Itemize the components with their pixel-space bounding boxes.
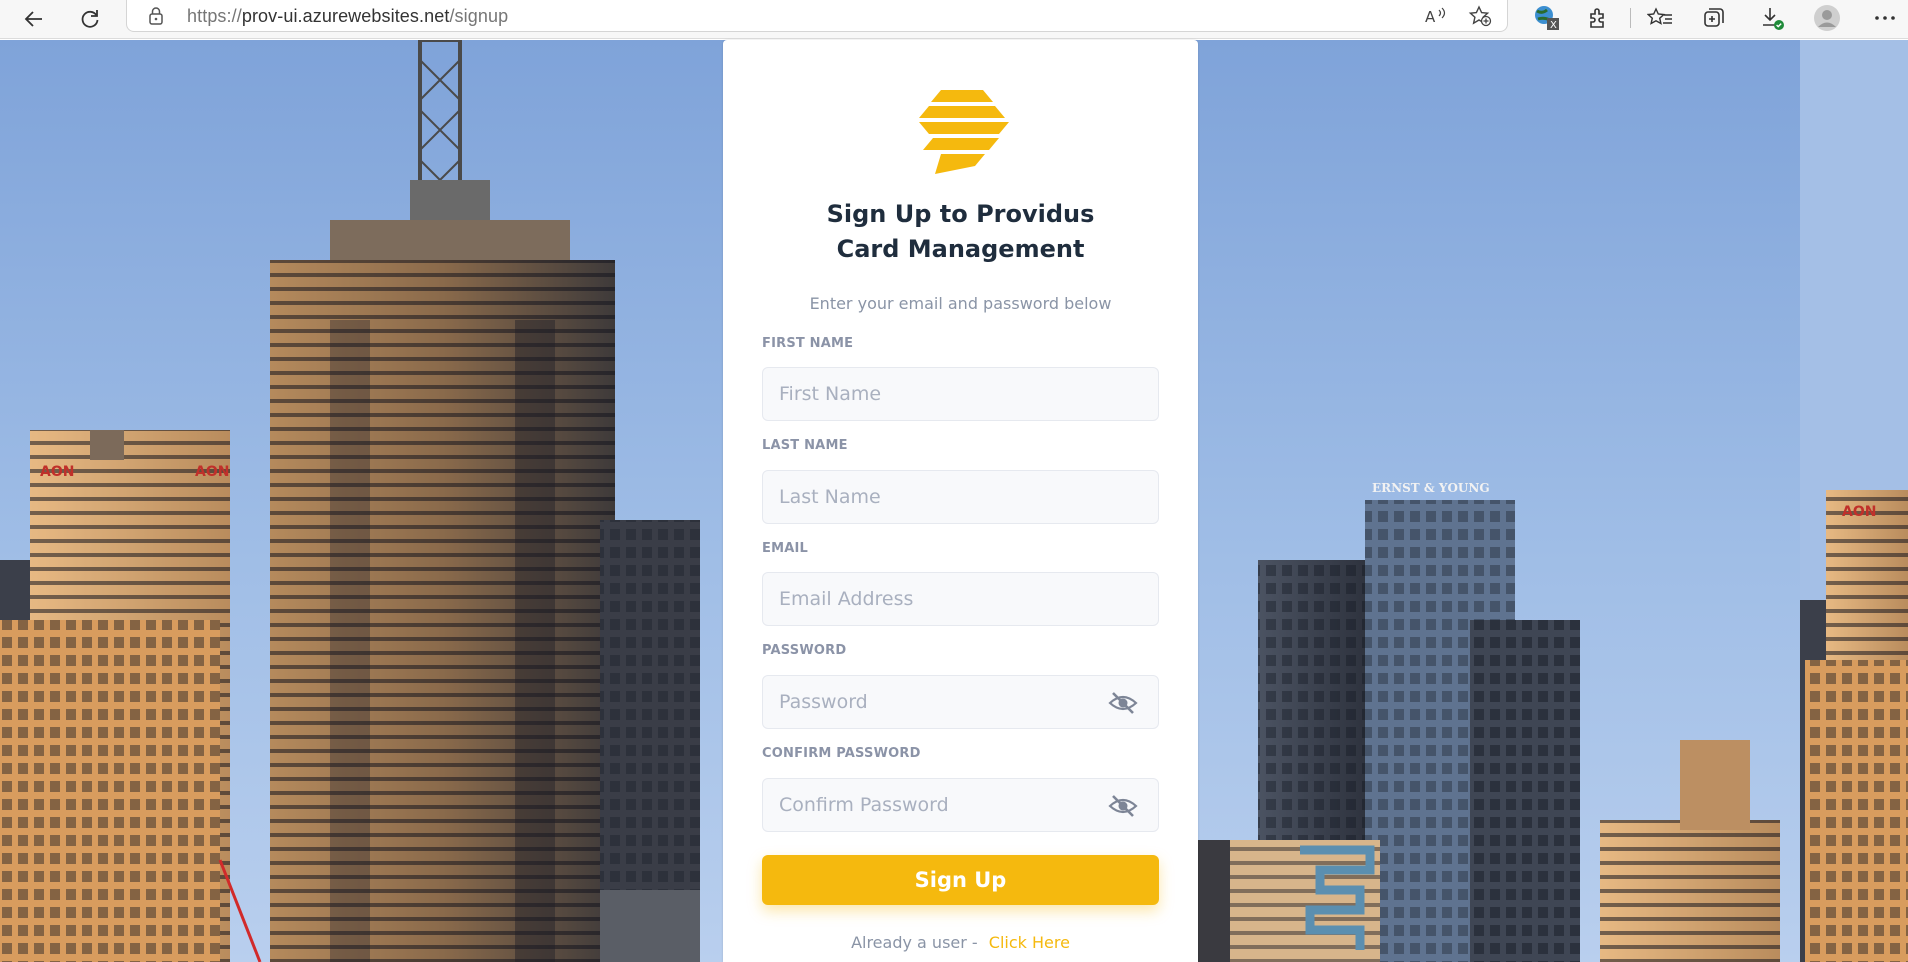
svg-text:X: X <box>1550 20 1557 31</box>
first-name-field[interactable] <box>762 367 1159 421</box>
sign-up-button[interactable]: Sign Up <box>762 855 1159 905</box>
browser-toolbar: https://prov-ui.azurewebsites.net/signup… <box>0 0 1908 39</box>
title-line-2: Card Management <box>836 235 1085 263</box>
already-user-row: Already a user - Click Here <box>723 933 1198 952</box>
confirm-password-label: CONFIRM PASSWORD <box>762 746 921 761</box>
url-path: /signup <box>449 6 509 26</box>
password-label: PASSWORD <box>762 643 847 658</box>
back-button[interactable] <box>18 3 50 35</box>
address-bar[interactable]: https://prov-ui.azurewebsites.net/signup… <box>126 0 1508 32</box>
page-title: Sign Up to Providus Card Management <box>723 197 1198 267</box>
signup-card: Sign Up to Providus Card Management Ente… <box>723 40 1198 962</box>
url-protocol: https:// <box>187 6 242 26</box>
extensions-puzzle-icon[interactable] <box>1582 2 1616 34</box>
toggle-password-visibility-icon[interactable] <box>1108 690 1138 716</box>
confirm-password-field[interactable] <box>762 778 1159 832</box>
extension-globe-icon[interactable]: X <box>1530 2 1564 34</box>
first-name-input[interactable] <box>763 368 1158 420</box>
svg-text:AON: AON <box>195 464 229 480</box>
email-field[interactable] <box>762 572 1159 626</box>
last-name-input[interactable] <box>763 471 1158 523</box>
toggle-confirm-password-visibility-icon[interactable] <box>1108 793 1138 819</box>
already-user-text: Already a user - <box>851 933 983 952</box>
back-arrow-icon <box>24 11 42 27</box>
email-label: EMAIL <box>762 541 808 556</box>
svg-text:AON: AON <box>40 464 74 480</box>
password-field[interactable] <box>762 675 1159 729</box>
reload-icon <box>81 10 99 28</box>
svg-text:AON: AON <box>1842 504 1876 520</box>
svg-text:A: A <box>1425 8 1436 25</box>
lock-icon[interactable] <box>147 6 165 31</box>
url-text[interactable]: https://prov-ui.azurewebsites.net/signup <box>187 6 508 27</box>
add-favorite-icon[interactable] <box>1467 4 1493 28</box>
favorites-icon[interactable] <box>1643 2 1677 34</box>
downloads-icon[interactable] <box>1755 2 1789 34</box>
last-name-field[interactable] <box>762 470 1159 524</box>
collections-icon[interactable] <box>1697 2 1731 34</box>
url-host: prov-ui.azurewebsites.net <box>241 6 450 26</box>
providus-logo-icon <box>919 90 1009 174</box>
reload-button[interactable] <box>74 3 106 35</box>
more-menu-icon[interactable] <box>1868 2 1902 34</box>
login-link[interactable]: Click Here <box>989 933 1070 952</box>
toolbar-separator <box>1630 8 1631 28</box>
password-input[interactable] <box>763 676 1158 728</box>
email-input[interactable] <box>763 573 1158 625</box>
svg-text:ERNST & YOUNG: ERNST & YOUNG <box>1372 481 1490 495</box>
profile-avatar-icon[interactable] <box>1810 2 1844 34</box>
confirm-password-input[interactable] <box>763 779 1158 831</box>
last-name-label: LAST NAME <box>762 438 848 453</box>
read-aloud-icon[interactable]: A <box>1423 4 1449 28</box>
title-line-1: Sign Up to Providus <box>826 200 1095 228</box>
first-name-label: FIRST NAME <box>762 336 854 351</box>
subtitle: Enter your email and password below <box>809 294 1112 313</box>
